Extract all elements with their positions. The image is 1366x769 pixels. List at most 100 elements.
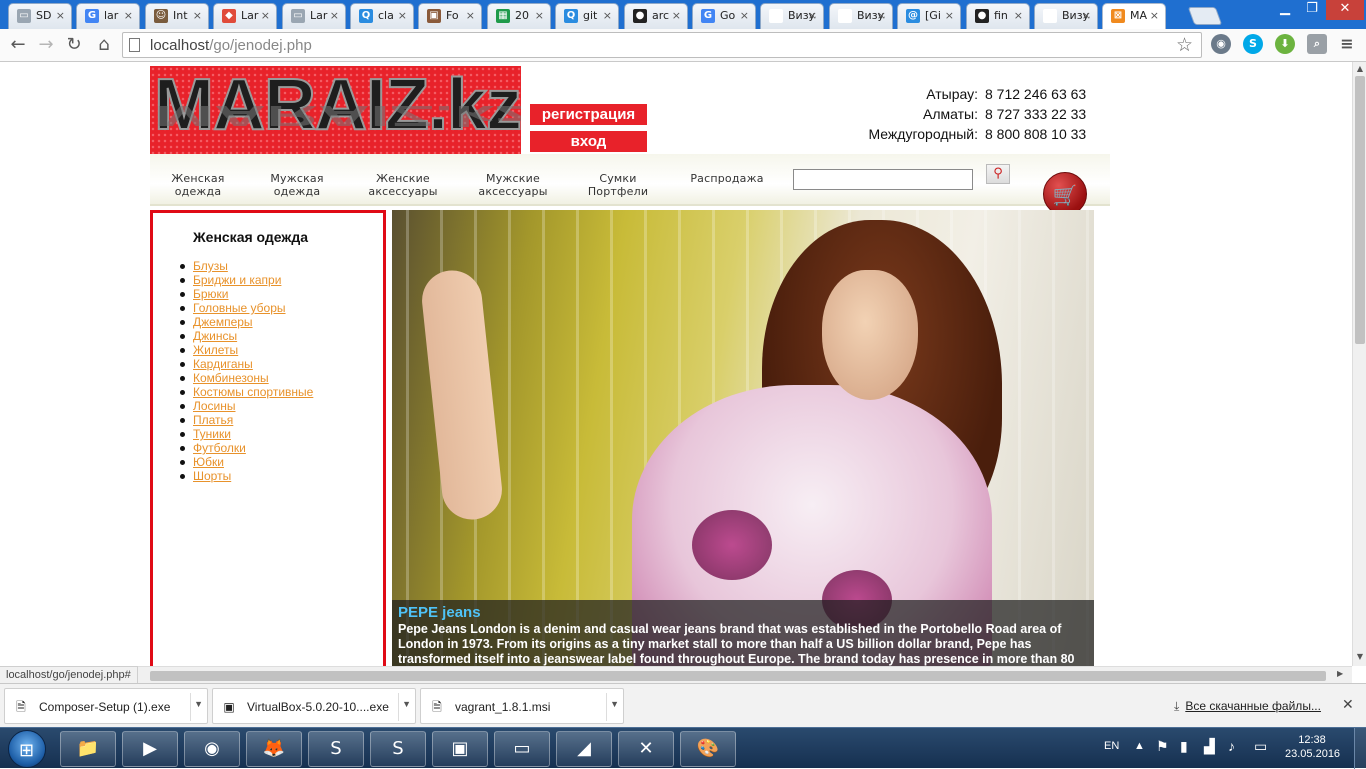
search-extension-icon[interactable]: ⌕ xyxy=(1307,34,1327,54)
tab-close-icon[interactable]: × xyxy=(56,9,65,22)
menu-item-mens-accessories[interactable]: Мужские аксессуары xyxy=(474,172,552,198)
promo-banner[interactable]: PEPE jeans Pepe Jeans London is a denim … xyxy=(392,210,1094,666)
browser-tab[interactable]: ▭ Lar × xyxy=(282,3,346,29)
category-link[interactable]: Платья xyxy=(193,413,233,427)
download-item[interactable]: 🗎 vagrant_1.8.1.msi ▼ xyxy=(420,688,624,724)
banner-title[interactable]: PEPE jeans xyxy=(398,604,1088,621)
chevron-down-icon[interactable]: ▼ xyxy=(402,699,411,709)
show-desktop-button[interactable] xyxy=(1354,728,1366,769)
sublime-taskbar-icon[interactable]: S xyxy=(308,731,364,767)
scroll-right-icon[interactable]: ▶ xyxy=(1337,669,1343,678)
close-shelf-icon[interactable]: ✕ xyxy=(1342,697,1354,713)
browser-tab[interactable]: ◆ Lar × xyxy=(213,3,277,29)
start-button[interactable]: ⊞ xyxy=(8,730,46,768)
browser-tab[interactable]: Визуа× xyxy=(829,3,893,29)
system-clock[interactable]: 12:38 23.05.2016 xyxy=(1285,733,1340,761)
category-link[interactable]: Брюки xyxy=(193,287,229,301)
browser-tab[interactable]: ▦ 20 × xyxy=(487,3,551,29)
cmd-taskbar-icon[interactable]: ▭ xyxy=(494,731,550,767)
tab-close-icon[interactable]: × xyxy=(877,9,886,22)
category-link[interactable]: Шорты xyxy=(193,469,231,483)
site-logo[interactable]: MARAIZ.kz MARAIZ.kz xyxy=(150,66,521,154)
media-player-taskbar-icon[interactable]: ▶ xyxy=(122,731,178,767)
menu-item-womens-clothing[interactable]: Женская одежда xyxy=(170,172,226,198)
chevron-down-icon[interactable]: ▼ xyxy=(194,699,203,709)
category-link[interactable]: Юбки xyxy=(193,455,224,469)
chevron-down-icon[interactable]: ▼ xyxy=(610,699,619,709)
browser-tab[interactable]: G Go × xyxy=(692,3,756,29)
browser-tab[interactable]: Визуа× xyxy=(760,3,824,29)
all-downloads-link[interactable]: ⤓ Все скачанные файлы... xyxy=(1174,699,1321,714)
tab-close-icon[interactable]: × xyxy=(1082,9,1091,22)
extension-eye-icon[interactable]: ◉ xyxy=(1211,34,1231,54)
horizontal-scrollbar[interactable]: ▶ xyxy=(0,666,1352,683)
skype-extension-icon[interactable]: S xyxy=(1243,34,1263,54)
tab-close-icon[interactable]: × xyxy=(535,9,544,22)
home-icon[interactable]: ⌂ xyxy=(92,33,116,57)
tab-close-icon[interactable]: × xyxy=(672,9,681,22)
filezilla-taskbar-icon[interactable]: ◢ xyxy=(556,731,612,767)
browser-tab[interactable]: Qcla × xyxy=(350,3,414,29)
paint-taskbar-icon[interactable]: 🎨 xyxy=(680,731,736,767)
browser-tab[interactable]: ● arc × xyxy=(624,3,688,29)
tab-close-icon[interactable]: × xyxy=(261,9,270,22)
volume-icon[interactable]: ♪ xyxy=(1228,738,1235,754)
new-tab-button[interactable] xyxy=(1187,7,1223,25)
battery-icon[interactable]: ▭ xyxy=(1254,738,1267,755)
restore-window-button[interactable]: ❐ xyxy=(1299,0,1325,20)
tab-close-icon[interactable]: × xyxy=(124,9,133,22)
tab-close-icon[interactable]: × xyxy=(466,9,475,22)
download-item[interactable]: 🗎 Composer-Setup (1).exe ▼ xyxy=(4,688,208,724)
category-link[interactable]: Туники xyxy=(193,427,231,441)
category-link[interactable]: Блузы xyxy=(193,259,228,273)
login-button[interactable]: вход xyxy=(530,131,647,152)
category-link[interactable]: Жилеты xyxy=(193,343,238,357)
language-indicator[interactable]: EN xyxy=(1104,740,1119,752)
category-link[interactable]: Джемперы xyxy=(193,315,253,329)
address-url[interactable]: localhost/go/jenodej.php xyxy=(150,37,312,54)
xampp-taskbar-icon[interactable]: ✕ xyxy=(618,731,674,767)
category-link[interactable]: Лосины xyxy=(193,399,236,413)
browser-tab[interactable]: ● fin × xyxy=(966,3,1030,29)
search-button[interactable]: ⚲ xyxy=(986,164,1010,184)
signal-icon[interactable]: ▟ xyxy=(1204,738,1215,755)
address-bar[interactable]: localhost/go/jenodej.php ☆ xyxy=(122,32,1202,58)
browser-tab[interactable]: ⊠ MA × xyxy=(1102,3,1166,30)
skype-taskbar-icon[interactable]: S xyxy=(370,731,426,767)
menu-item-bags[interactable]: Сумки Портфели xyxy=(586,172,650,198)
category-link[interactable]: Костюмы спортивные xyxy=(193,385,313,399)
scroll-up-icon[interactable]: ▲ xyxy=(1353,64,1366,73)
menu-item-sale[interactable]: Распродажа xyxy=(687,172,767,185)
category-link[interactable]: Головные уборы xyxy=(193,301,286,315)
download-item[interactable]: ▣ VirtualBox-5.0.20-10....exe ▼ xyxy=(212,688,416,724)
scrollbar-thumb[interactable] xyxy=(1355,76,1365,344)
tab-close-icon[interactable]: × xyxy=(193,9,202,22)
minimize-window-button[interactable]: ▁ xyxy=(1272,0,1298,20)
browser-tab[interactable]: ☺ Int × xyxy=(145,3,209,29)
menu-item-mens-clothing[interactable]: Мужская одежда xyxy=(262,172,332,198)
browser-tab[interactable]: @ [Gi × xyxy=(897,3,961,29)
tab-close-icon[interactable]: × xyxy=(945,9,954,22)
vertical-scrollbar[interactable]: ▲ ▼ xyxy=(1352,62,1366,666)
chrome-taskbar-icon[interactable]: ◉ xyxy=(184,731,240,767)
browser-tab[interactable]: Визуа× xyxy=(1034,3,1098,29)
tab-close-icon[interactable]: × xyxy=(330,9,339,22)
bookmark-star-icon[interactable]: ☆ xyxy=(1176,34,1193,56)
browser-tab[interactable]: ▣ Fo × xyxy=(418,3,482,29)
reload-icon[interactable]: ↻ xyxy=(62,33,86,57)
tab-close-icon[interactable]: × xyxy=(740,9,749,22)
tab-close-icon[interactable]: × xyxy=(1014,9,1023,22)
register-button[interactable]: регистрация xyxy=(530,104,647,125)
tab-close-icon[interactable]: × xyxy=(1150,9,1159,22)
download-extension-icon[interactable]: ⬇ xyxy=(1275,34,1295,54)
action-center-icon[interactable]: ⚑ xyxy=(1156,738,1169,755)
menu-icon[interactable]: ≡ xyxy=(1337,34,1357,54)
tab-close-icon[interactable]: × xyxy=(603,9,612,22)
browser-tab[interactable]: Glar × xyxy=(76,3,140,29)
browser-tab[interactable]: Qgit × xyxy=(555,3,619,29)
category-link[interactable]: Кардиганы xyxy=(193,357,253,371)
explorer-taskbar-icon[interactable]: 📁 xyxy=(60,731,116,767)
search-input[interactable] xyxy=(793,169,973,190)
virtualbox-taskbar-icon[interactable]: ▣ xyxy=(432,731,488,767)
tray-expand-icon[interactable]: ▲ xyxy=(1134,740,1145,752)
